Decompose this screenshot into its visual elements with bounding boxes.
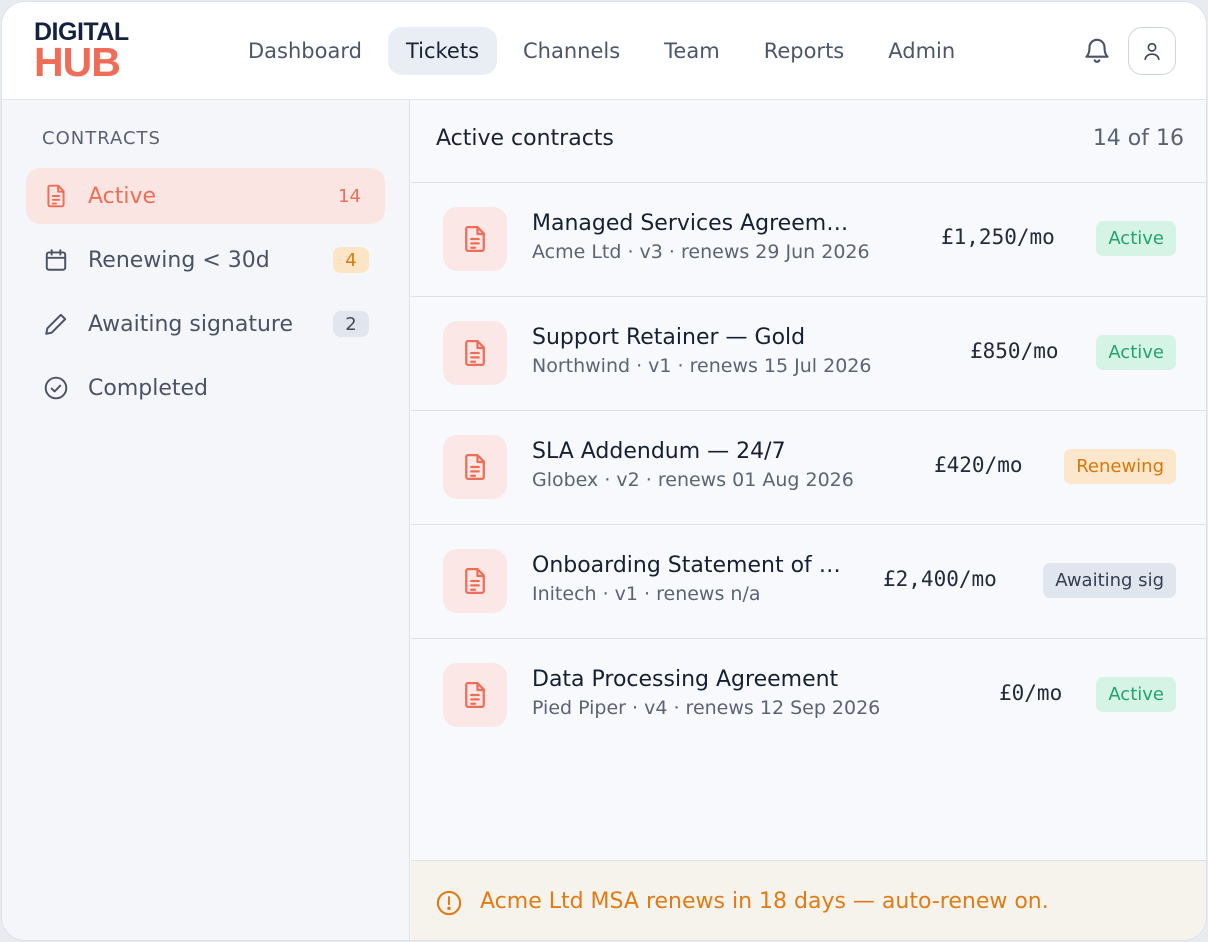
document-icon [43,183,69,209]
user-avatar-button[interactable] [1128,27,1176,75]
nav-tickets[interactable]: Tickets [387,27,498,75]
contract-row[interactable]: SLA Addendum — 24/7 Globex · v2 · renews… [411,411,1206,525]
contract-row[interactable]: Managed Services Agreement Acme Ltd · v3… [411,183,1206,297]
sidebar-item-label: Awaiting signature [88,311,294,337]
contract-row[interactable]: Onboarding Statement of … Initech · v1 ·… [411,525,1206,639]
brand-logo[interactable]: DIGITAL HUB [34,20,129,83]
nav-channels[interactable]: Channels [505,27,638,75]
check-circle-icon [43,375,69,401]
document-icon [443,207,507,271]
contract-title: Support Retainer — Gold [532,325,806,350]
contract-meta: Pied Piper · v4 · renews 12 Sep 2026 [532,697,881,719]
sidebar-item-count: 14 [338,185,361,207]
sidebar-item-awaiting-signature[interactable]: Awaiting signature 2 [26,296,385,352]
user-icon [1144,42,1160,61]
app-window: DIGITAL HUB Dashboard Tickets Channels T… [1,1,1207,941]
nav-team[interactable]: Team [646,27,738,75]
nav-dashboard[interactable]: Dashboard [230,27,380,75]
contract-price: £1,250/mo [941,225,1055,249]
panel-header: Active contracts 14 of 16 [411,100,1206,183]
status-badge: Active [1096,221,1176,256]
status-badge: Renewing [1064,449,1176,484]
nav-admin[interactable]: Admin [870,27,973,75]
status-badge: Active [1096,335,1176,370]
brand-line-2: HUB [34,39,121,85]
results-count: 14 of 16 [1092,126,1184,151]
contract-price: £2,400/mo [883,567,997,591]
calendar-icon [43,247,69,273]
contract-title: Data Processing Agreement [532,667,839,692]
status-badge: Awaiting sig [1043,563,1176,598]
document-icon [443,663,507,727]
contract-price: £0/mo [999,681,1063,705]
sidebar-item-count: 4 [333,247,369,273]
sidebar-item-count: 2 [333,311,369,337]
notice-text: Acme Ltd MSA renews in 18 days — auto-re… [480,889,1049,914]
contract-title: Onboarding Statement of … [532,553,841,578]
main-nav: Dashboard Tickets Channels Team Reports … [230,27,973,75]
sidebar-heading: CONTRACTS [42,128,161,149]
contracts-sidebar: CONTRACTS Active 14 Renewing < 30d 4 Awa… [2,100,410,940]
sidebar-item-label: Completed [88,375,208,401]
sidebar-item-label: Active [88,183,157,209]
document-icon [443,321,507,385]
contract-meta: Globex · v2 · renews 01 Aug 2026 [532,469,854,491]
bell-icon[interactable] [1082,36,1112,66]
document-icon [443,435,507,499]
contracts-panel: Active contracts 14 of 16 Managed Servic… [411,100,1206,940]
contract-row[interactable]: Support Retainer — Gold Northwind · v1 ·… [411,297,1206,411]
alert-circle-icon [435,889,463,917]
contract-meta: Acme Ltd · v3 · renews 29 Jun 2026 [532,241,870,263]
panel-title: Active contracts [436,126,614,151]
renewal-notice: Acme Ltd MSA renews in 18 days — auto-re… [411,860,1206,940]
contract-meta: Northwind · v1 · renews 15 Jul 2026 [532,355,872,377]
pen-icon [43,311,69,337]
document-icon [443,549,507,613]
contract-price: £420/mo [934,453,1023,477]
contract-row[interactable]: Data Processing Agreement Pied Piper · v… [411,639,1206,753]
sidebar-item-active[interactable]: Active 14 [26,168,385,224]
status-badge: Active [1096,677,1176,712]
sidebar-item-renewing[interactable]: Renewing < 30d 4 [26,232,385,288]
top-bar: DIGITAL HUB Dashboard Tickets Channels T… [2,2,1206,100]
contract-price: £850/mo [970,339,1059,363]
contract-title: SLA Addendum — 24/7 [532,439,786,464]
sidebar-item-completed[interactable]: Completed [26,360,385,416]
nav-reports[interactable]: Reports [746,27,863,75]
contract-meta: Initech · v1 · renews n/a [532,583,761,605]
sidebar-item-label: Renewing < 30d [88,247,270,273]
contract-title: Managed Services Agreement [532,211,852,236]
